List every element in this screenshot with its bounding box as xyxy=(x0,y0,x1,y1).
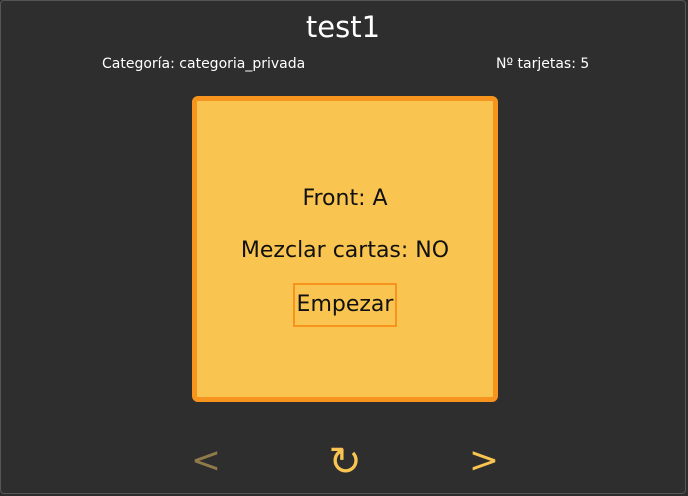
chevron-left-icon[interactable]: < xyxy=(189,439,223,483)
reload-icon[interactable]: ↻ xyxy=(321,437,369,487)
flashcard: Front: A Mezclar cartas: NO Empezar xyxy=(192,96,498,402)
deck-category: Categoría: categoria_privada xyxy=(102,56,306,72)
chevron-right-icon[interactable]: > xyxy=(467,439,501,483)
start-button[interactable]: Empezar xyxy=(293,283,397,327)
card-front-text: Front: A xyxy=(302,186,388,211)
deck-card-count: Nº tarjetas: 5 xyxy=(496,56,590,72)
card-shuffle-setting: Mezclar cartas: NO xyxy=(240,238,450,263)
deck-title: test1 xyxy=(305,10,381,44)
flashcard-app-window: test1 Categoría: categoria_privada Nº ta… xyxy=(0,0,686,494)
